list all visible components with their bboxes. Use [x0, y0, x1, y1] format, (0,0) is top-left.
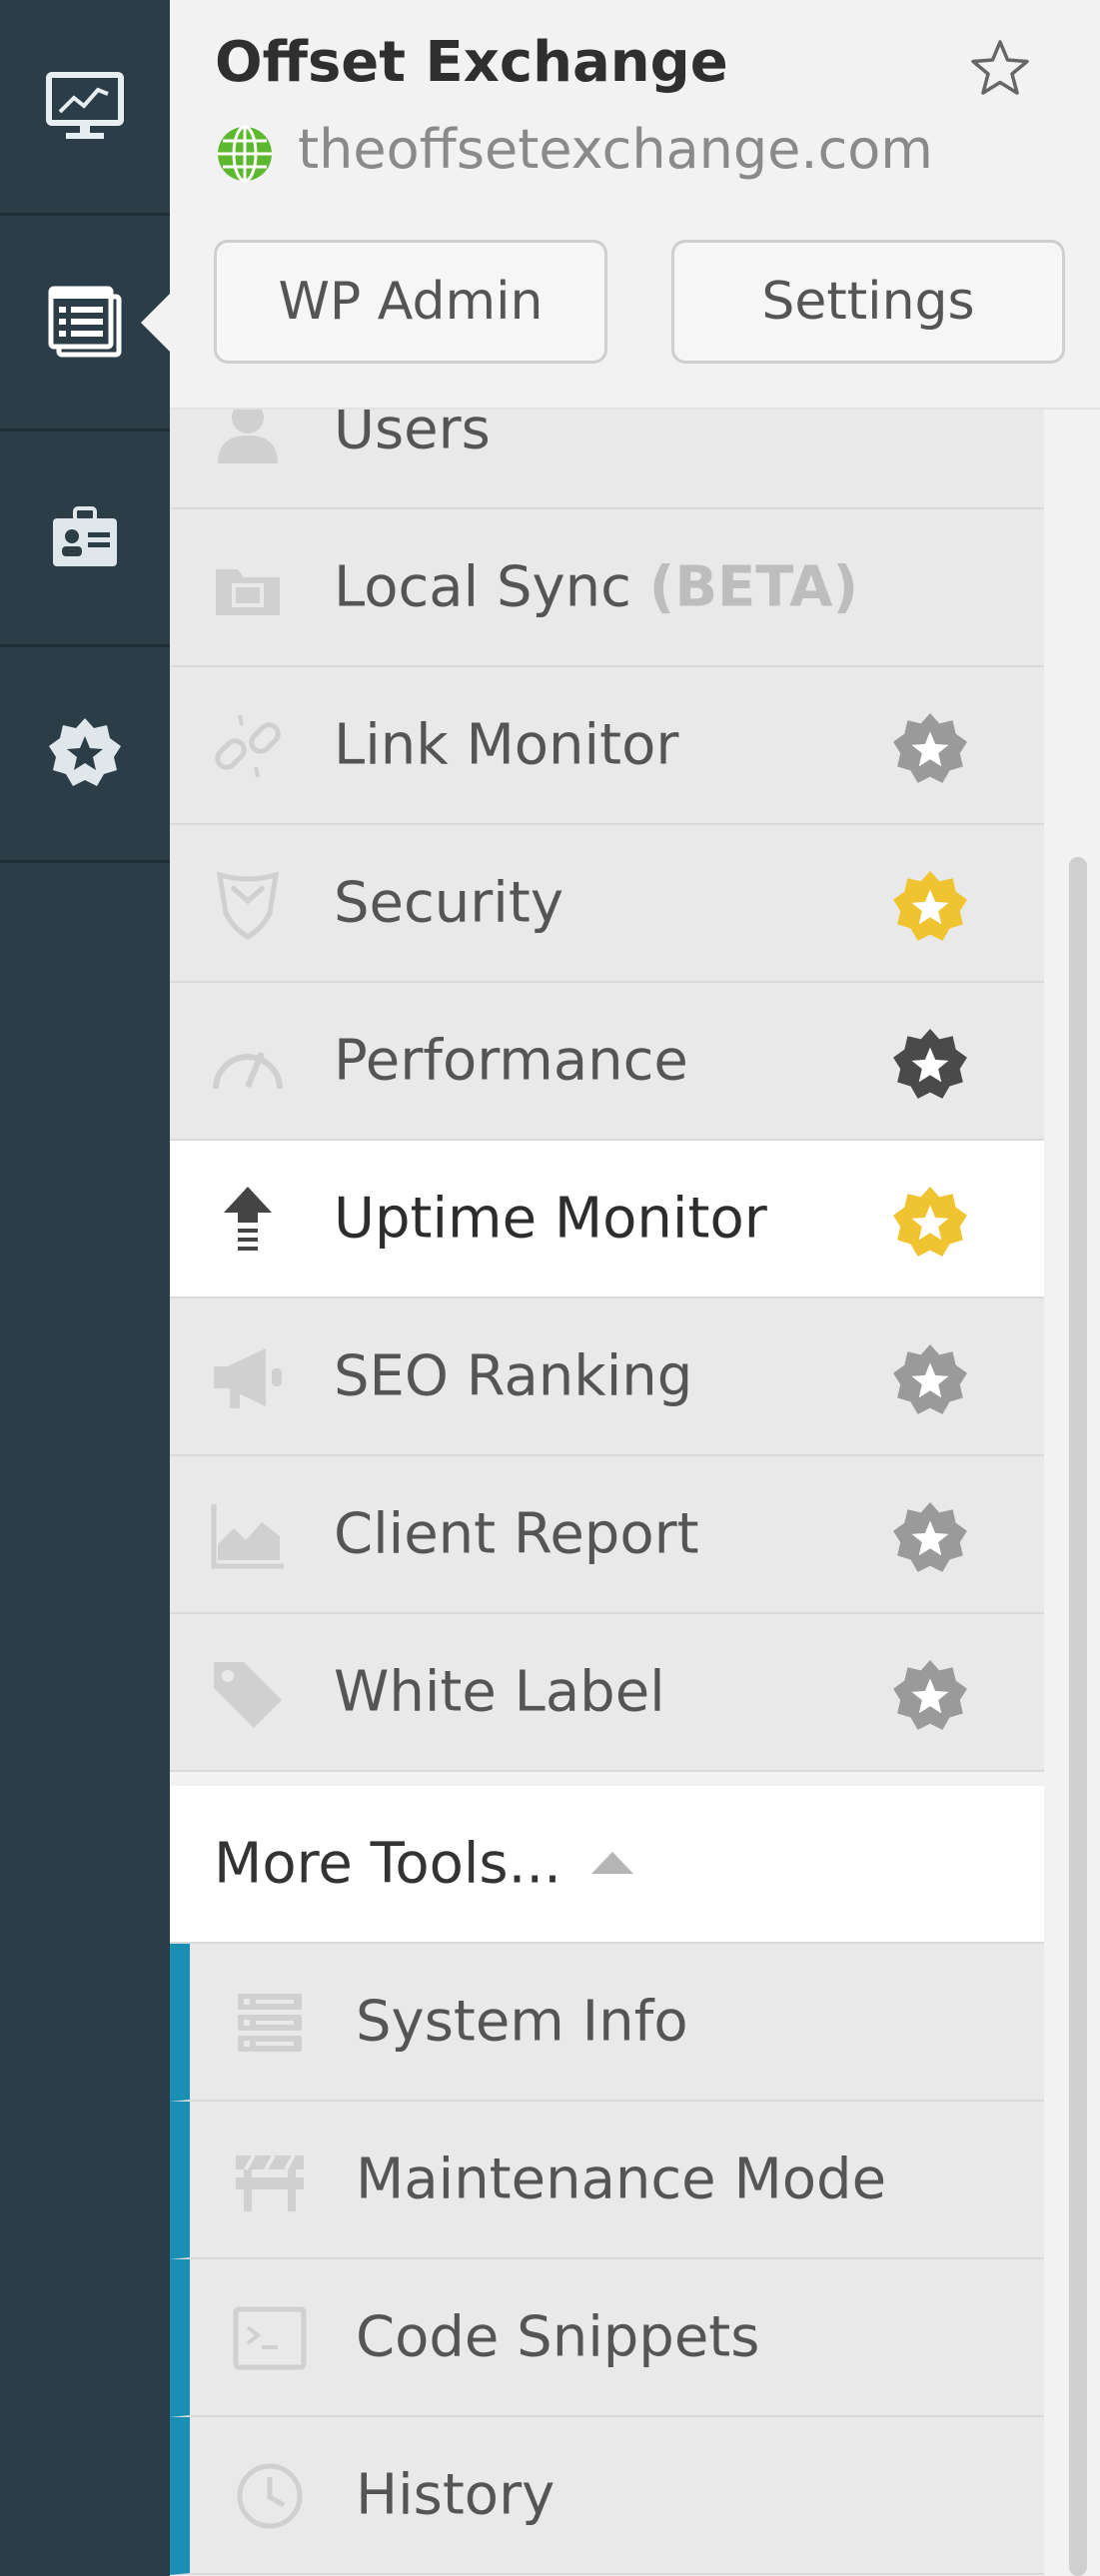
more-tools-toggle[interactable]: More Tools... — [170, 1786, 1044, 1944]
shield-icon — [216, 871, 280, 939]
rail-item-sites[interactable] — [0, 216, 171, 431]
monitor-chart-icon — [46, 71, 124, 139]
menu-item-users[interactable]: Users — [170, 410, 1044, 509]
menu-item-label: Users — [334, 410, 491, 462]
area-chart-icon — [211, 1504, 284, 1569]
more-tools-label: More Tools... — [214, 1831, 561, 1897]
submenu-item-label: History — [356, 2462, 555, 2528]
addon-badge-grey-icon[interactable] — [891, 711, 969, 789]
submenu-item-maintenance-mode[interactable]: Maintenance Mode — [170, 2102, 1044, 2259]
menu-item-label: Local Sync (BETA) — [334, 554, 859, 620]
rail-item-clients[interactable] — [0, 431, 170, 647]
settings-button[interactable]: Settings — [671, 240, 1065, 364]
caret-up-icon — [591, 1852, 633, 1874]
addon-badge-grey-icon[interactable] — [891, 1658, 969, 1736]
broken-link-icon — [215, 714, 281, 778]
favorite-star-icon[interactable] — [969, 38, 1031, 98]
app-window: Offset Exchange theoffsetexchange.com WP… — [0, 0, 1100, 2576]
server-icon — [238, 1994, 302, 2052]
list-stack-icon — [48, 286, 122, 357]
barrier-icon — [236, 2154, 304, 2211]
terminal-icon — [233, 2306, 307, 2370]
folder-sync-icon — [216, 569, 280, 615]
tools-menu: Users Local Sync (BETA) Link Monitor Sec… — [170, 410, 1044, 2576]
user-icon — [218, 410, 278, 463]
menu-item-label: Security — [334, 870, 563, 936]
submenu-item-code-snippets[interactable]: Code Snippets — [170, 2259, 1044, 2417]
upload-arrow-icon — [224, 1187, 272, 1251]
gauge-icon — [213, 1051, 283, 1090]
id-badge-icon — [53, 505, 117, 566]
beta-tag: (BETA) — [648, 554, 859, 620]
star-badge-icon — [49, 717, 121, 786]
menu-item-performance[interactable]: Performance — [170, 983, 1044, 1141]
menu-item-label: Performance — [334, 1028, 688, 1094]
menu-item-client-report[interactable]: Client Report — [170, 1456, 1044, 1614]
menu-item-label: Client Report — [334, 1501, 699, 1567]
menu-item-label: White Label — [334, 1659, 665, 1725]
site-title: Offset Exchange — [215, 30, 728, 95]
site-header: Offset Exchange theoffsetexchange.com WP… — [170, 0, 1100, 410]
addon-badge-dark-icon[interactable] — [891, 1027, 969, 1105]
scrollbar-thumb[interactable] — [1069, 857, 1087, 2576]
wp-admin-button[interactable]: WP Admin — [214, 240, 607, 364]
menu-item-link-monitor[interactable]: Link Monitor — [170, 667, 1044, 825]
rail-item-addons[interactable] — [0, 647, 170, 863]
menu-item-label: Link Monitor — [334, 712, 679, 778]
menu-item-local-sync[interactable]: Local Sync (BETA) — [170, 509, 1044, 667]
megaphone-icon — [214, 1348, 282, 1408]
addon-badge-gold-icon[interactable] — [891, 1185, 969, 1263]
submenu-item-history[interactable]: History — [170, 2417, 1044, 2575]
left-nav-rail — [0, 0, 171, 2576]
submenu-item-label: Maintenance Mode — [356, 2147, 887, 2212]
globe-icon — [218, 125, 272, 183]
tag-icon — [214, 1662, 282, 1728]
addon-badge-gold-icon[interactable] — [891, 869, 969, 947]
menu-item-security[interactable]: Security — [170, 825, 1044, 983]
site-url[interactable]: theoffsetexchange.com — [298, 118, 933, 181]
submenu-item-label: System Info — [356, 1989, 688, 2055]
menu-item-uptime-monitor[interactable]: Uptime Monitor — [170, 1141, 1044, 1298]
addon-badge-grey-icon[interactable] — [891, 1500, 969, 1578]
menu-item-seo-ranking[interactable]: SEO Ranking — [170, 1298, 1044, 1456]
clock-icon — [237, 2463, 303, 2529]
submenu-item-system-info[interactable]: System Info — [170, 1944, 1044, 2102]
menu-item-label: SEO Ranking — [334, 1343, 693, 1409]
addon-badge-grey-icon[interactable] — [891, 1342, 969, 1420]
rail-item-dashboard[interactable] — [0, 0, 170, 216]
menu-item-white-label[interactable]: White Label — [170, 1614, 1044, 1772]
menu-item-label: Uptime Monitor — [334, 1186, 767, 1252]
selected-pointer — [141, 292, 171, 353]
submenu-item-label: Code Snippets — [356, 2304, 760, 2370]
